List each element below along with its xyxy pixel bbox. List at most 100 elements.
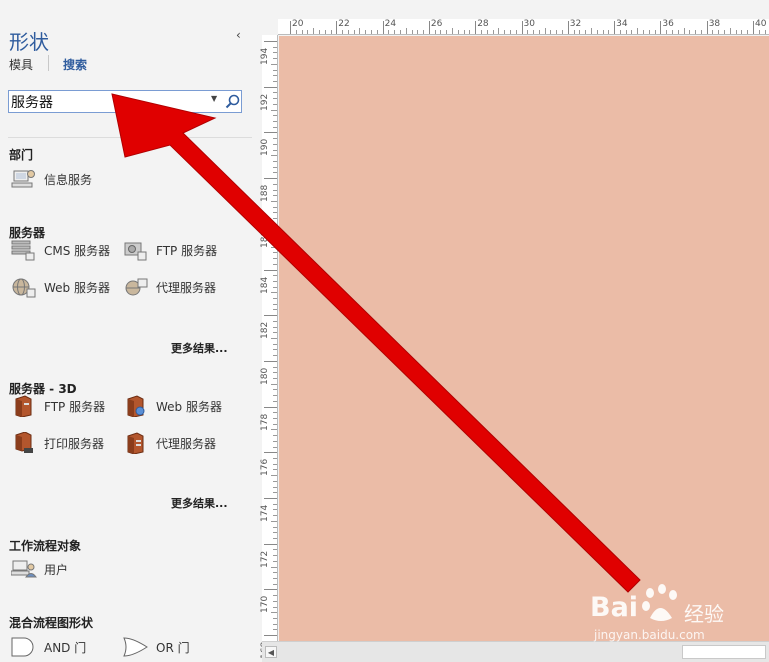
shape-proxy-server[interactable]: 代理服务器 — [123, 276, 216, 298]
shape-search-box: ▼ — [8, 90, 242, 113]
ruler-minor-tick — [273, 435, 277, 437]
shape-web-server-3d[interactable]: Web 服务器 — [123, 395, 222, 418]
ruler-label: 176 — [260, 459, 270, 477]
shape-web-server[interactable]: Web 服务器 — [11, 276, 110, 298]
ruler-minor-tick — [271, 109, 277, 111]
ruler-minor-tick — [631, 30, 633, 34]
shape-information-service[interactable]: 信息服务 — [11, 168, 92, 190]
ruler-minor-tick — [273, 172, 277, 174]
ruler-minor-tick — [405, 28, 407, 34]
shape-or-gate[interactable]: OR 门 — [123, 636, 190, 658]
ruler-tick — [475, 21, 477, 34]
shape-print-server-3d[interactable]: 打印服务器 — [11, 431, 105, 454]
shape-ftp-server-3d[interactable]: FTP 服务器 — [11, 395, 106, 418]
ruler-label: 180 — [260, 367, 270, 385]
ruler-minor-tick — [585, 30, 587, 34]
ruler-tick — [264, 635, 277, 637]
ruler-minor-tick — [318, 30, 320, 34]
ruler-minor-tick — [671, 30, 673, 34]
ruler-minor-tick — [273, 560, 277, 562]
ruler-label: 186 — [260, 230, 270, 248]
shape-search-input[interactable] — [11, 92, 207, 111]
ruler-minor-tick — [273, 195, 277, 197]
shape-label: 打印服务器 — [44, 436, 105, 451]
search-icon[interactable] — [224, 92, 242, 111]
ruler-minor-tick — [273, 286, 277, 288]
ruler-label: 26 — [430, 19, 443, 29]
shape-ftp-server[interactable]: FTP 服务器 — [123, 239, 217, 261]
ruler-minor-tick — [273, 126, 277, 128]
ruler-tick — [521, 21, 523, 34]
ruler-minor-tick — [677, 30, 679, 34]
ruler-minor-tick — [273, 372, 277, 374]
ruler-minor-tick — [273, 458, 277, 459]
ruler-label: 170 — [260, 596, 270, 614]
scrollbar-thumb[interactable] — [682, 645, 766, 659]
ruler-minor-tick — [273, 46, 277, 48]
ruler-minor-tick — [718, 30, 720, 34]
ruler-minor-tick — [399, 30, 401, 34]
category-department: 部门 — [9, 148, 34, 162]
ruler-minor-tick — [273, 58, 277, 60]
shape-label: CMS 服务器 — [44, 243, 111, 258]
ruler-minor-tick — [271, 63, 277, 65]
shape-proxy-server-3d[interactable]: 代理服务器 — [123, 432, 216, 455]
ruler-minor-tick — [273, 98, 277, 100]
ruler-minor-tick — [273, 549, 277, 551]
ruler-minor-tick — [504, 30, 506, 34]
ruler-minor-tick — [273, 526, 277, 528]
cms-server-icon — [11, 239, 37, 261]
ruler-label: 174 — [260, 504, 270, 522]
tab-stencils[interactable]: 模具 — [9, 56, 33, 73]
shape-and-gate[interactable]: AND 门 — [11, 636, 86, 658]
shape-user[interactable]: 用户 — [10, 558, 68, 580]
collapse-pane-button[interactable]: ‹ — [236, 28, 241, 42]
shape-label: OR 门 — [156, 640, 190, 655]
more-results-servers-link[interactable]: 更多结果... — [171, 340, 228, 356]
ruler-minor-tick — [273, 320, 277, 322]
ruler-tick — [264, 223, 277, 225]
ruler-minor-tick — [342, 30, 344, 34]
ruler-minor-tick — [273, 577, 277, 579]
ruler-minor-tick — [388, 30, 390, 34]
ruler-tick — [264, 406, 277, 408]
ruler-label: 192 — [260, 93, 270, 111]
ruler-minor-tick — [273, 189, 277, 191]
pane-title: 形状 — [9, 30, 49, 54]
shape-label: 信息服务 — [44, 172, 93, 187]
drawing-canvas[interactable] — [279, 36, 769, 641]
ruler-minor-tick — [480, 30, 482, 34]
ftp-server-icon — [123, 239, 149, 261]
ruler-minor-tick — [295, 30, 297, 34]
ruler-minor-tick — [683, 28, 685, 34]
ruler-tick — [290, 21, 291, 34]
ruler-minor-tick — [273, 263, 277, 265]
tab-search[interactable]: 搜索 — [63, 56, 87, 73]
ruler-minor-tick — [573, 30, 575, 34]
ruler-minor-tick — [273, 418, 277, 420]
ruler-minor-tick — [643, 30, 645, 34]
ruler-tick — [567, 21, 569, 34]
ruler-minor-tick — [411, 30, 413, 34]
ruler-minor-tick — [602, 30, 604, 34]
ruler-tick — [264, 589, 277, 591]
ruler-minor-tick — [273, 258, 277, 260]
ruler-minor-tick — [365, 30, 367, 34]
ruler-tick — [264, 452, 277, 454]
ruler-minor-tick — [434, 30, 436, 34]
ruler-minor-tick — [271, 429, 277, 431]
scroll-left-icon[interactable]: ◀ — [265, 646, 277, 658]
shape-cms-server[interactable]: CMS 服务器 — [11, 239, 110, 261]
shape-label: Web 服务器 — [44, 280, 110, 295]
ruler-minor-tick — [273, 183, 277, 185]
ruler-tick — [264, 269, 277, 271]
ruler-minor-tick — [273, 275, 277, 277]
more-results-servers-3d-link[interactable]: 更多结果... — [171, 495, 228, 511]
shape-label: Web 服务器 — [156, 399, 222, 414]
ruler-minor-tick — [273, 235, 277, 237]
ruler-minor-tick — [452, 28, 454, 34]
shape-label: FTP 服务器 — [44, 399, 106, 414]
ruler-minor-tick — [417, 30, 419, 34]
search-history-dropdown-icon[interactable]: ▼ — [211, 94, 217, 103]
ruler-tick — [264, 543, 277, 545]
